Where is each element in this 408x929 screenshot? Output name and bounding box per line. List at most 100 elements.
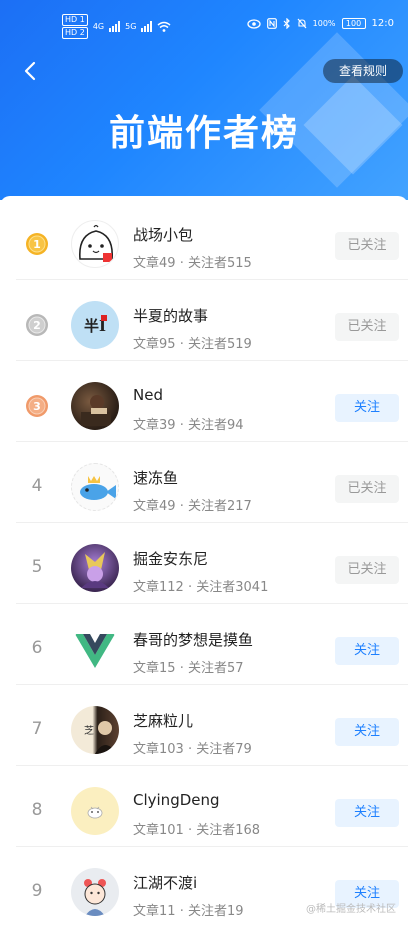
follow-button[interactable]: 已关注 [335,313,399,341]
author-name[interactable]: 速冻鱼 [133,467,178,488]
cartoon-avatar-image [87,806,103,819]
separator-dot: · [187,742,193,757]
rank-number: 8 [31,800,43,820]
author-stats: 文章101 · 关注者168 [133,819,260,838]
svg-text:1: 1 [33,238,41,251]
svg-text:3: 3 [33,400,41,413]
avatar[interactable] [71,382,119,430]
photo-avatar-image [81,395,111,426]
article-count: 文章49 [133,256,176,271]
author-stats: 文章39 · 关注者94 [133,414,244,433]
follower-count: 关注者79 [196,742,252,757]
author-name[interactable]: 春哥的梦想是摸鱼 [133,629,253,650]
list-item[interactable]: 1 战场小包 文章49 · 关注者515 已关注 [0,200,408,280]
follower-count: 关注者3041 [196,580,269,595]
status-left: HD 1 HD 2 4G 5G [62,14,171,39]
article-count: 文章103 [133,742,184,757]
hd-badge: HD 1 [62,14,88,26]
avatar[interactable]: 半I [71,301,119,349]
avatar[interactable] [71,625,119,673]
follow-button[interactable]: 已关注 [335,232,399,260]
author-stats: 文章95 · 关注者519 [133,333,252,352]
follower-count: 关注者519 [187,337,252,352]
fish-avatar-image [80,476,116,500]
divider [16,846,408,847]
list-item[interactable]: 3 Ned 文章39 · 关注者94 关注 [0,362,408,442]
svg-text:2: 2 [33,319,41,332]
separator-dot: · [187,823,193,838]
follower-count: 关注者217 [187,499,252,514]
nfc-icon [266,18,277,29]
network-5g-label: 5G [125,22,137,31]
portrait-avatar-image: 芝 [84,721,117,754]
article-count: 文章15 [133,661,176,676]
author-name[interactable]: ClyingDeng [133,791,220,809]
list-item[interactable]: 7 芝 芝麻粒儿 文章103 · 关注者79 关注 [0,686,408,766]
rank-number: 5 [31,557,43,577]
gold-medal-icon: 1 [26,233,48,255]
author-name[interactable]: 掘金安东尼 [133,548,208,569]
list-item[interactable]: 2 半I 半夏的故事 文章95 · 关注者519 已关注 [0,281,408,361]
signal-icon [141,21,153,32]
silver-medal-icon: 2 [26,314,48,336]
ghost-avatar-image [79,224,113,262]
list-item[interactable]: 9 江湖不渡i 文章11 · 关注者19 关注 [0,848,408,928]
avatar[interactable] [71,220,119,268]
list-item[interactable]: 6 春哥的梦想是摸鱼 文章15 · 关注者57 关注 [0,605,408,685]
author-stats: 文章15 · 关注者57 [133,657,244,676]
author-name[interactable]: 江湖不渡i [133,872,197,893]
follower-count: 关注者515 [187,256,252,271]
list-item[interactable]: 5 掘金安东尼 文章112 · 关注者3041 已关注 [0,524,408,604]
author-name[interactable]: 芝麻粒儿 [133,710,193,731]
rank-number: 9 [31,881,43,901]
author-stats: 文章49 · 关注者515 [133,252,252,271]
author-name[interactable]: 半夏的故事 [133,305,208,326]
divider [16,360,408,361]
hd-badge: HD 2 [62,27,88,39]
battery-percent: 100% [312,19,336,28]
separator-dot: · [179,256,184,271]
avatar[interactable] [71,544,119,592]
article-count: 文章101 [133,823,184,838]
follow-button[interactable]: 已关注 [335,475,399,503]
page-title: 前端作者榜 [108,113,299,154]
author-list: 1 战场小包 文章49 · 关注者515 已关注 2 半I 半夏的故事 文章95… [0,196,408,929]
battery-icon: 100 [341,18,366,29]
header-banner: HD 1 HD 2 4G 5G 100% 100 12:0 查看规则 前端作者榜 [0,0,408,200]
avatar[interactable] [71,868,119,916]
status-bar: HD 1 HD 2 4G 5G 100% 100 12:0 [0,0,408,46]
divider [16,603,408,604]
divider [16,522,408,523]
separator-dot: · [179,904,184,919]
network-4g-label: 4G [92,22,105,31]
article-count: 文章39 [133,418,176,433]
divider [16,765,408,766]
rank-number: 7 [31,719,43,739]
follow-button[interactable]: 关注 [335,799,399,827]
article-count: 文章49 [133,499,176,514]
status-right: 100% 100 12:0 [247,18,394,29]
author-name[interactable]: 战场小包 [133,224,193,245]
author-stats: 文章11 · 关注者19 [133,900,244,919]
separator-dot: · [179,661,184,676]
list-item[interactable]: 4 速冻鱼 文章49 · 关注者217 已关注 [0,443,408,523]
avatar[interactable]: 芝 [71,706,119,754]
list-item[interactable]: 8 ClyingDeng 文章101 · 关注者168 关注 [0,767,408,847]
chevron-left-icon[interactable] [20,60,42,82]
follower-count: 关注者94 [187,418,244,433]
author-stats: 文章112 · 关注者3041 [133,576,268,595]
view-rules-button[interactable]: 查看规则 [323,59,403,83]
author-name[interactable]: Ned [133,386,163,404]
clock: 12:0 [371,18,394,29]
avatar[interactable] [71,463,119,511]
follow-button[interactable]: 已关注 [335,556,399,584]
author-stats: 文章49 · 关注者217 [133,495,252,514]
bronze-medal-icon: 3 [26,395,48,417]
avatar[interactable] [71,787,119,835]
eye-icon [247,18,261,29]
follow-button[interactable]: 关注 [335,718,399,746]
watermark: @稀土掘金技术社区 [306,904,396,915]
follow-button[interactable]: 关注 [335,637,399,665]
separator-dot: · [179,499,184,514]
follow-button[interactable]: 关注 [335,394,399,422]
